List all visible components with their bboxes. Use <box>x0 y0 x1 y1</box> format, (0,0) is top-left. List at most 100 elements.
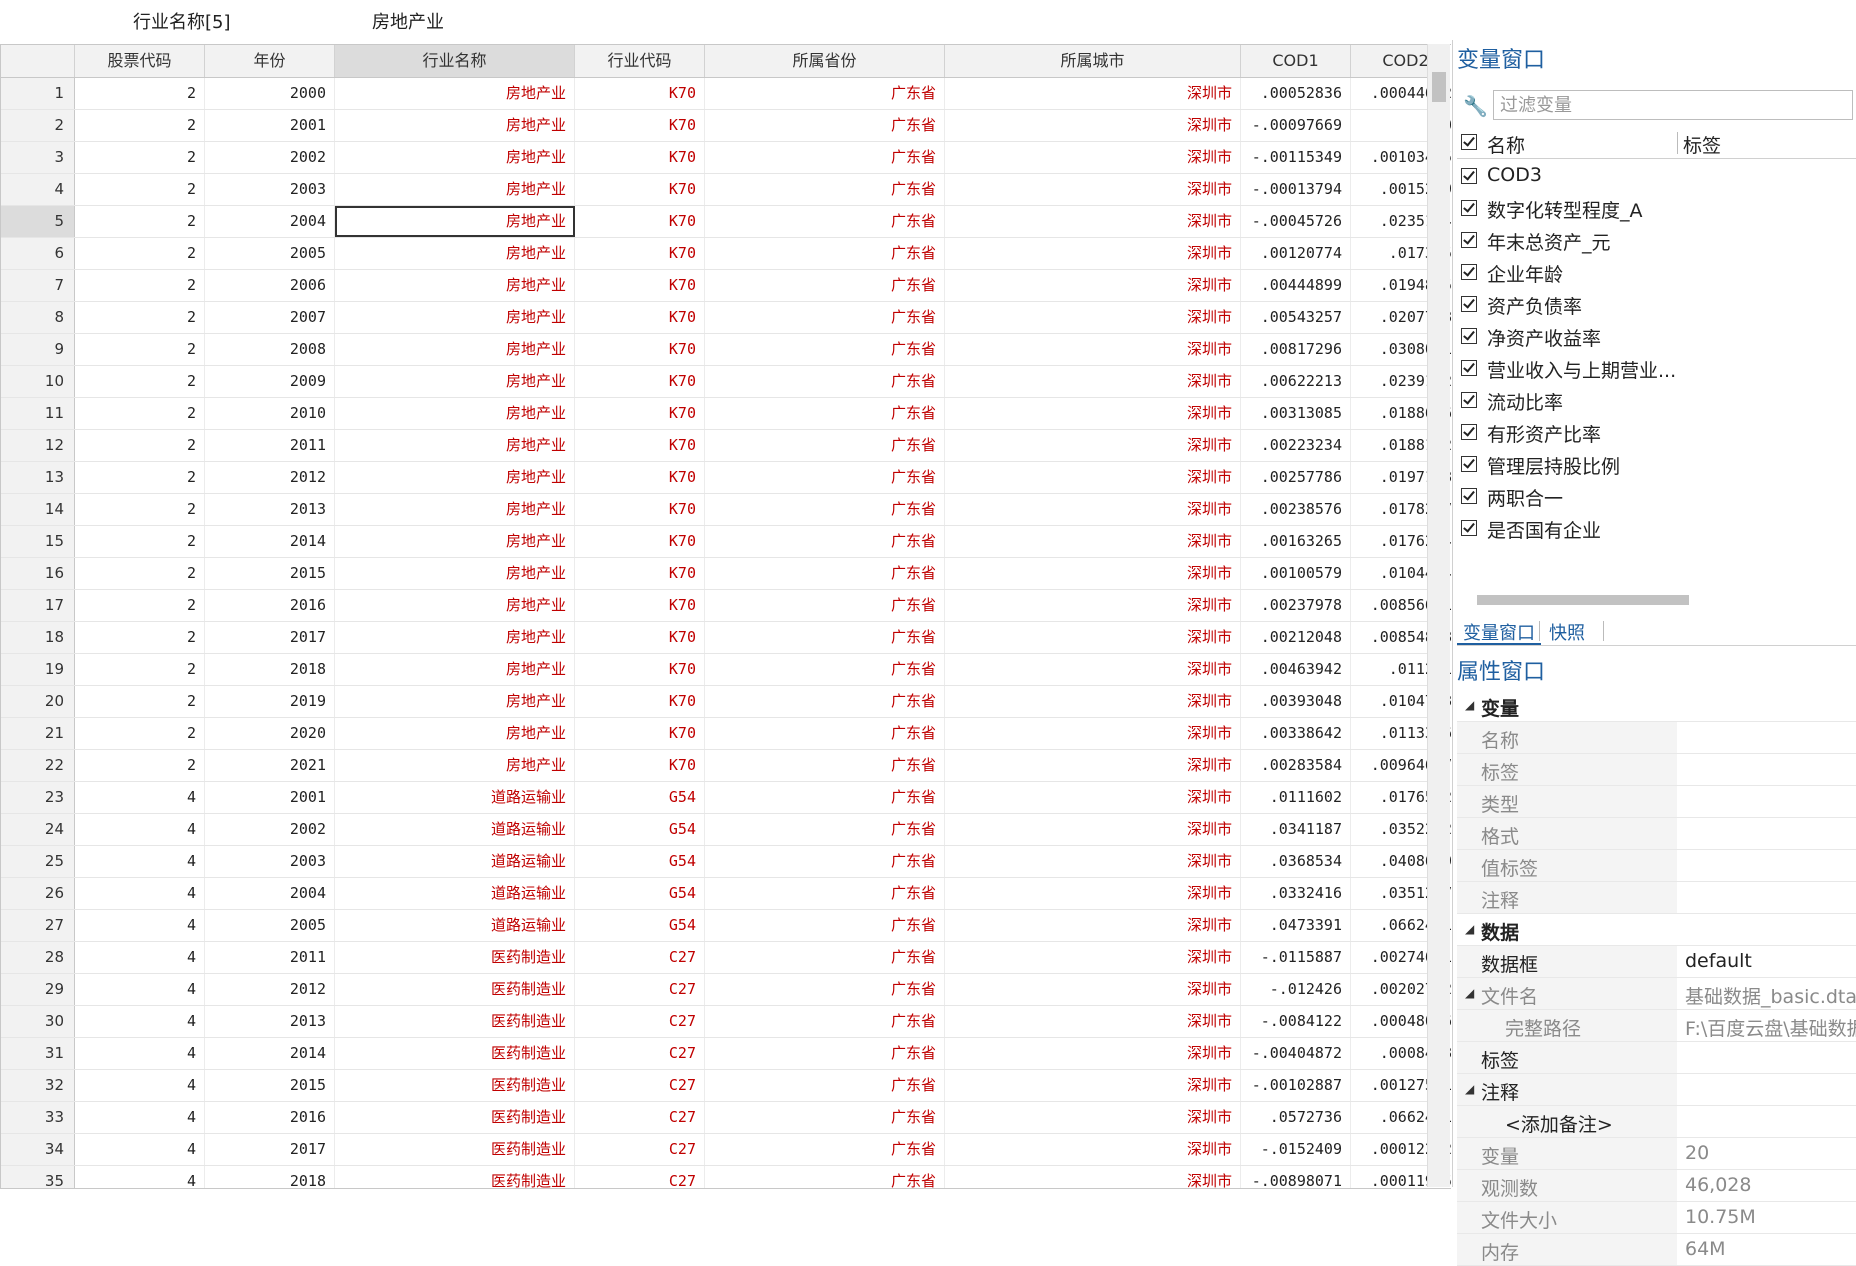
table-cell[interactable]: 广东省 <box>705 1070 945 1101</box>
table-cell[interactable]: 深圳市 <box>945 302 1241 333</box>
tab-snapshots[interactable]: 快照 <box>1543 619 1591 645</box>
table-cell[interactable]: G54 <box>575 846 705 877</box>
table-cell[interactable]: 深圳市 <box>945 238 1241 269</box>
table-cell[interactable]: 2016 <box>205 590 335 621</box>
table-cell[interactable]: 2 <box>75 686 205 717</box>
table-cell[interactable]: 道路运输业 <box>335 814 575 845</box>
table-cell[interactable]: 4 <box>75 1102 205 1133</box>
table-cell[interactable]: 深圳市 <box>945 1134 1241 1165</box>
table-cell[interactable]: 深圳市 <box>945 974 1241 1005</box>
table-cell[interactable]: 医药制造业 <box>335 942 575 973</box>
table-cell[interactable]: 医药制造业 <box>335 1102 575 1133</box>
table-cell[interactable]: 2012 <box>205 974 335 1005</box>
row-number[interactable]: 25 <box>1 846 75 877</box>
table-cell[interactable]: 2 <box>75 398 205 429</box>
table-cell[interactable]: C27 <box>575 1070 705 1101</box>
table-cell[interactable]: K70 <box>575 206 705 237</box>
table-cell[interactable]: -.00898071 <box>1241 1166 1351 1188</box>
table-cell[interactable]: .00237978 <box>1241 590 1351 621</box>
variable-item[interactable]: 有形资产比率 <box>1457 416 1856 448</box>
table-cell[interactable]: C27 <box>575 1134 705 1165</box>
table-cell[interactable]: 2010 <box>205 398 335 429</box>
table-cell[interactable]: -.00102887 <box>1241 1070 1351 1101</box>
table-cell[interactable]: G54 <box>575 878 705 909</box>
table-cell[interactable]: 房地产业 <box>335 430 575 461</box>
variable-checkbox[interactable] <box>1461 328 1477 344</box>
table-cell[interactable]: 深圳市 <box>945 622 1241 653</box>
table-cell[interactable]: 2002 <box>205 142 335 173</box>
table-cell[interactable]: 2 <box>75 206 205 237</box>
table-cell[interactable]: 深圳市 <box>945 398 1241 429</box>
row-number[interactable]: 6 <box>1 238 75 269</box>
table-cell[interactable]: 2 <box>75 494 205 525</box>
data-grid[interactable]: 股票代码 年份 行业名称 行业代码 所属省份 所属城市 COD1 COD2 1 2 2000 房地产… <box>0 44 1451 1189</box>
table-cell[interactable]: 2 <box>75 78 205 109</box>
property-row[interactable]: 内存 64M <box>1457 1234 1856 1266</box>
row-number-header[interactable] <box>1 45 75 77</box>
property-row[interactable]: ◢ 注释 <box>1457 1074 1856 1106</box>
table-cell[interactable]: -.0152409 <box>1241 1134 1351 1165</box>
table-cell[interactable]: C27 <box>575 1006 705 1037</box>
variable-checkbox[interactable] <box>1461 360 1477 376</box>
table-cell[interactable]: 广东省 <box>705 174 945 205</box>
table-cell[interactable]: 2011 <box>205 942 335 973</box>
table-cell[interactable]: K70 <box>575 174 705 205</box>
table-cell[interactable]: 4 <box>75 1006 205 1037</box>
row-number[interactable]: 35 <box>1 1166 75 1188</box>
table-cell[interactable]: 深圳市 <box>945 366 1241 397</box>
table-cell[interactable]: 房地产业 <box>335 398 575 429</box>
expand-triangle-icon[interactable]: ◢ <box>1465 698 1474 712</box>
variable-item[interactable]: 两职合一 <box>1457 480 1856 512</box>
variable-checkbox[interactable] <box>1461 488 1477 504</box>
variable-item[interactable]: 企业年龄 <box>1457 256 1856 288</box>
property-row[interactable]: ◢ 变量 <box>1457 690 1856 722</box>
column-header[interactable]: 所属城市 <box>945 45 1241 77</box>
table-cell[interactable]: -.00045726 <box>1241 206 1351 237</box>
table-cell[interactable]: 深圳市 <box>945 1070 1241 1101</box>
row-number[interactable]: 32 <box>1 1070 75 1101</box>
select-all-checkbox[interactable] <box>1461 134 1477 150</box>
table-cell[interactable]: .00257786 <box>1241 462 1351 493</box>
property-row[interactable]: 名称 <box>1457 722 1856 754</box>
vertical-scrollbar[interactable] <box>1427 44 1450 1187</box>
table-cell[interactable]: K70 <box>575 494 705 525</box>
row-number[interactable]: 17 <box>1 590 75 621</box>
table-cell[interactable]: 2 <box>75 654 205 685</box>
table-cell[interactable]: K70 <box>575 686 705 717</box>
variable-item[interactable]: 管理层持股比例 <box>1457 448 1856 480</box>
table-cell[interactable]: 房地产业 <box>335 110 575 141</box>
property-row[interactable]: 完整路径 F:\百度云盘\基础数据 <box>1457 1010 1856 1042</box>
table-cell[interactable]: 医药制造业 <box>335 1166 575 1188</box>
column-header[interactable]: 所属省份 <box>705 45 945 77</box>
table-cell[interactable]: 深圳市 <box>945 526 1241 557</box>
column-header[interactable]: 股票代码 <box>75 45 205 77</box>
table-cell[interactable]: 房地产业 <box>335 366 575 397</box>
table-cell[interactable]: 道路运输业 <box>335 910 575 941</box>
row-number[interactable]: 22 <box>1 750 75 781</box>
variable-checkbox[interactable] <box>1461 392 1477 408</box>
table-cell[interactable]: C27 <box>575 942 705 973</box>
table-cell[interactable]: 2 <box>75 622 205 653</box>
table-cell[interactable]: 广东省 <box>705 814 945 845</box>
table-cell[interactable]: 深圳市 <box>945 1038 1241 1069</box>
row-number[interactable]: 21 <box>1 718 75 749</box>
table-cell[interactable]: 深圳市 <box>945 942 1241 973</box>
table-cell[interactable]: 广东省 <box>705 974 945 1005</box>
table-cell[interactable]: K70 <box>575 718 705 749</box>
row-number[interactable]: 20 <box>1 686 75 717</box>
table-cell[interactable]: K70 <box>575 462 705 493</box>
table-cell[interactable]: 深圳市 <box>945 1102 1241 1133</box>
table-cell[interactable]: 房地产业 <box>335 462 575 493</box>
table-cell[interactable]: 广东省 <box>705 1166 945 1188</box>
table-cell[interactable]: 广东省 <box>705 334 945 365</box>
property-row[interactable]: 观测数 46,028 <box>1457 1170 1856 1202</box>
table-cell[interactable]: 广东省 <box>705 1006 945 1037</box>
table-cell[interactable]: 2018 <box>205 654 335 685</box>
table-cell[interactable]: 广东省 <box>705 590 945 621</box>
table-cell[interactable]: 2001 <box>205 782 335 813</box>
table-cell[interactable]: 广东省 <box>705 78 945 109</box>
table-cell[interactable]: 广东省 <box>705 910 945 941</box>
table-cell[interactable]: 广东省 <box>705 1134 945 1165</box>
column-header[interactable]: COD1 <box>1241 45 1351 77</box>
table-cell[interactable]: 广东省 <box>705 206 945 237</box>
